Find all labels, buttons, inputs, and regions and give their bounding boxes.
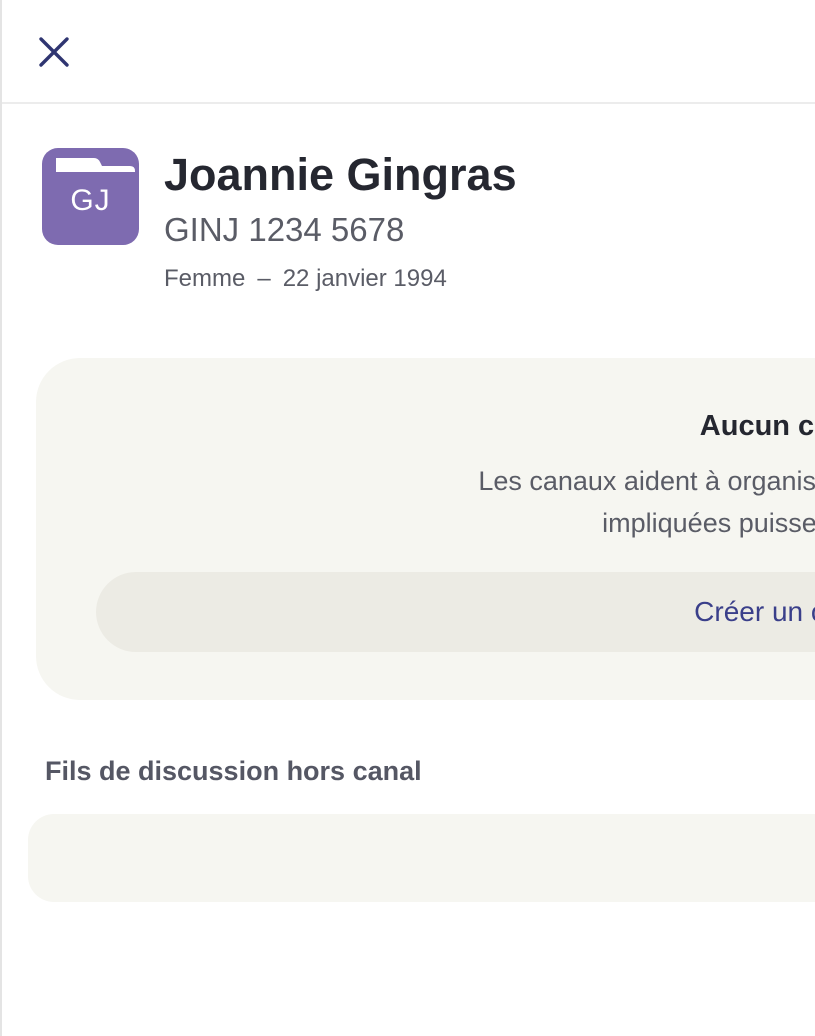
meta-separator: – xyxy=(257,265,271,292)
empty-state-description: Les canaux aident à organiser les fils d… xyxy=(36,460,815,544)
patient-name: Joannie Gingras xyxy=(164,149,517,200)
avatar-initials: GJ xyxy=(70,184,111,217)
empty-state-description-line: Les canaux aident à organiser les fils d… xyxy=(478,466,815,496)
patient-panel: GJ Joannie Gingras GINJ 1234 5678 Femme –… xyxy=(0,0,815,1036)
create-channel-button[interactable]: Créer un canal xyxy=(96,572,815,652)
section-title-off-channel-threads: Fils de discussion hors canal xyxy=(45,756,422,786)
thread-list xyxy=(28,814,815,902)
close-button[interactable] xyxy=(32,30,76,74)
avatar: GJ xyxy=(42,148,139,245)
patient-summary: GJ Joannie Gingras GINJ 1234 5678 Femme –… xyxy=(42,148,802,308)
patient-sex: Femme xyxy=(164,265,246,292)
empty-state-title: Aucun canal xyxy=(699,410,815,442)
close-icon xyxy=(39,37,69,67)
empty-state-description-line: impliquées puissent facilement xyxy=(602,508,815,538)
patient-birth-date: 22 janvier 1994 xyxy=(282,265,447,292)
patient-health-id: GINJ 1234 5678 xyxy=(164,211,405,248)
channels-empty-state: Aucun canal Les canaux aident à organise… xyxy=(36,358,815,700)
patient-details: Femme –22 janvier 1994 xyxy=(164,264,447,294)
panel-header xyxy=(2,0,815,104)
